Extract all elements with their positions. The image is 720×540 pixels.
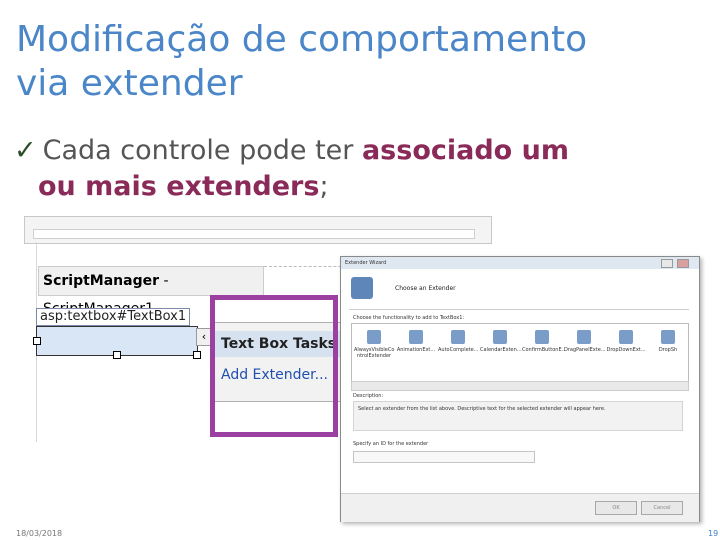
extender-item-label: AnimationExt...: [396, 347, 436, 353]
extender-item-label: AlwaysVisibleCo ntrolExtender: [354, 347, 395, 359]
extender-list[interactable]: AlwaysVisibleCo ntrolExtender AnimationE…: [351, 323, 689, 383]
id-label: Specify an ID for the extender: [353, 441, 429, 447]
extender-item[interactable]: AlwaysVisibleCo ntrolExtender: [354, 330, 394, 359]
bullet-emphasis-1: associado um: [361, 135, 569, 166]
ok-button[interactable]: OK: [595, 501, 637, 515]
extender-item-label: ConfirmButtonE...: [522, 347, 567, 353]
smart-tag-button[interactable]: ‹: [196, 328, 212, 346]
extender-item[interactable]: AutoComplete...: [438, 330, 478, 353]
bullet-emphasis-2: ou mais extenders: [38, 171, 320, 202]
scriptmanager-label-bold: ScriptManager: [43, 273, 160, 289]
wizard-titlebar: Extender Wizard: [341, 257, 699, 269]
bullet-text-prefix: Cada controle pode ter: [42, 135, 362, 166]
tasks-title: Text Box Tasks: [215, 331, 347, 357]
title-line-1: Modificação de comportamento: [16, 19, 588, 60]
extender-wizard-dialog: Extender Wizard Choose an Extender Choos…: [340, 256, 700, 522]
bullet-item: ✓ Cada controle pode ter associado um ou …: [14, 133, 704, 205]
designer-toolbar-field: [33, 229, 475, 239]
extender-icon: [451, 330, 465, 344]
scriptmanager-control[interactable]: ScriptManager - ScriptManager1: [38, 266, 264, 317]
extender-icon: [367, 330, 381, 344]
close-button[interactable]: [677, 259, 689, 268]
extender-icon: [577, 330, 591, 344]
extender-icon: [661, 330, 675, 344]
add-extender-link[interactable]: Add Extender...: [221, 365, 328, 385]
extender-item-label: DragPanelExte...: [564, 347, 606, 353]
extender-item[interactable]: DropSh: [648, 330, 688, 353]
extender-item[interactable]: DropDownExt...: [606, 330, 646, 353]
bullet-suffix: ;: [319, 171, 329, 202]
extender-item[interactable]: AnimationExt...: [396, 330, 436, 353]
wizard-icon: [351, 277, 373, 299]
extender-icon: [619, 330, 633, 344]
extender-item[interactable]: CalendarExten...: [480, 330, 522, 353]
wizard-window-title: Extender Wizard: [345, 260, 387, 266]
extender-item[interactable]: DragPanelExte...: [564, 330, 606, 353]
description-box: Select an extender from the list above. …: [353, 401, 683, 431]
extender-icon: [535, 330, 549, 344]
resize-handle-right[interactable]: [193, 351, 201, 359]
extender-icon: [409, 330, 423, 344]
designer-toolbar: [24, 216, 492, 244]
extender-id-input[interactable]: [353, 451, 535, 463]
extender-item-label: DropDownExt...: [606, 347, 646, 353]
slide-title: Modificação de comportamento via extende…: [16, 18, 706, 106]
slide-page-number: 19: [708, 529, 719, 538]
extender-item[interactable]: ConfirmButtonE...: [522, 330, 566, 353]
extender-item-label: AutoComplete...: [438, 347, 479, 353]
textbox-tasks-panel: Text Box Tasks Add Extender...: [214, 322, 348, 402]
cancel-button[interactable]: Cancel: [641, 501, 683, 515]
bullet-line-2: ou mais extenders;: [14, 169, 704, 205]
textbox-tag: asp:textbox#TextBox1: [36, 308, 191, 326]
title-line-2: via extender: [16, 63, 243, 104]
wizard-divider: [349, 309, 689, 310]
slide-date: 18/03/2018: [16, 529, 63, 538]
description-label: Description:: [353, 393, 384, 399]
extender-icon: [493, 330, 507, 344]
minimize-button[interactable]: [661, 259, 673, 268]
wizard-header-text: Choose an Extender: [395, 285, 456, 292]
resize-handle-left[interactable]: [33, 337, 41, 345]
wizard-header: Choose an Extender: [349, 275, 689, 303]
extender-item-label: DropSh: [658, 347, 678, 353]
checkmark-icon: ✓: [14, 135, 37, 166]
choose-label: Choose the functionality to add to TextB…: [353, 315, 465, 321]
extender-list-scrollbar[interactable]: [351, 381, 689, 391]
extender-item-label: CalendarExten...: [480, 347, 522, 353]
resize-handle-bottom[interactable]: [113, 351, 121, 359]
